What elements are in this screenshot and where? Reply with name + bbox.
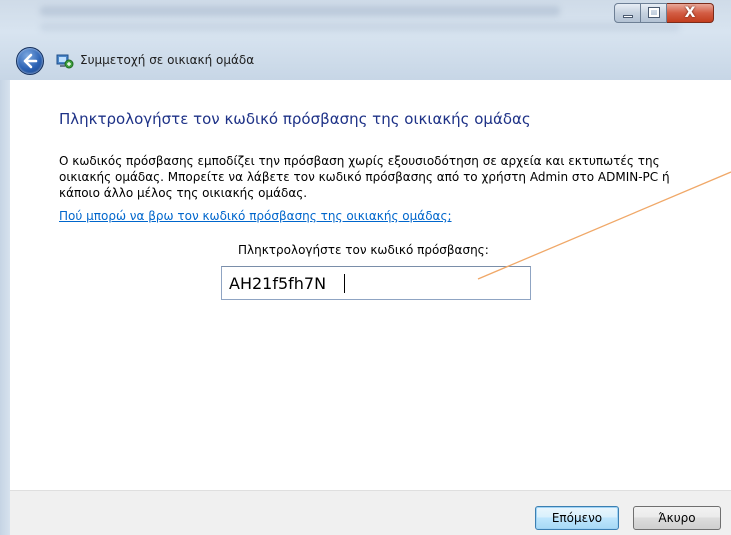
- description-text: Ο κωδικός πρόσβασης εμποδίζει την πρόσβα…: [59, 154, 670, 200]
- help-link[interactable]: Πού μπορώ να βρω τον κωδικό πρόσβασης τη…: [59, 209, 452, 223]
- window-left-border: [0, 80, 10, 535]
- window-title: Συμμετοχή σε οικιακή ομάδα: [80, 53, 255, 67]
- maximize-icon: [648, 7, 660, 18]
- password-label: Πληκτρολογήστε τον κωδικό πρόσβασης:: [238, 243, 489, 257]
- blurred-background-text: [40, 22, 680, 32]
- minimize-icon: [623, 15, 633, 18]
- back-button[interactable]: [16, 47, 44, 75]
- window-controls: X: [614, 3, 714, 25]
- homegroup-join-window: X Συμμετοχή σε οικιακή ομάδα Πληκτρολογή…: [0, 0, 731, 535]
- button-footer: Επόμενο Άκυρο: [10, 490, 731, 535]
- back-arrow-icon: [23, 53, 38, 69]
- minimize-button[interactable]: [614, 3, 641, 23]
- close-button[interactable]: X: [667, 3, 714, 23]
- maximize-button[interactable]: [641, 3, 667, 23]
- close-icon: X: [684, 5, 696, 21]
- homegroup-icon: [56, 54, 74, 69]
- main-content: Πληκτρολογήστε τον κωδικό πρόσβασης της …: [10, 80, 731, 535]
- text-caret: [344, 274, 345, 293]
- blurred-background-text: [40, 6, 560, 16]
- page-heading: Πληκτρολογήστε τον κωδικό πρόσβασης της …: [59, 110, 531, 128]
- next-button[interactable]: Επόμενο: [535, 506, 619, 530]
- password-input[interactable]: [221, 266, 531, 300]
- cancel-button[interactable]: Άκυρο: [633, 506, 721, 530]
